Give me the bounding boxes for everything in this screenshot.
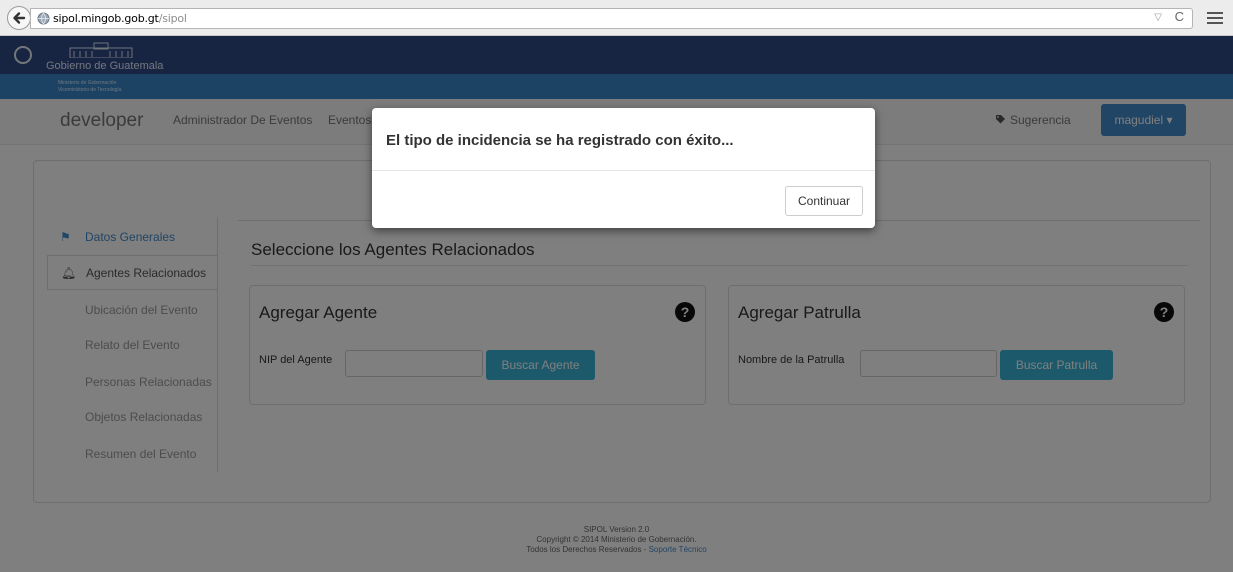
- modal-header: El tipo de incidencia se ha registrado c…: [372, 108, 875, 171]
- continuar-button[interactable]: Continuar: [785, 186, 863, 216]
- modal-message: El tipo de incidencia se ha registrado c…: [386, 132, 734, 149]
- globe-icon: [37, 12, 50, 25]
- reload-icon[interactable]: C: [1175, 9, 1184, 24]
- hamburger-menu-icon[interactable]: [1201, 6, 1229, 30]
- dropdown-arrow-icon[interactable]: ▽: [1154, 12, 1162, 23]
- back-arrow-icon[interactable]: [7, 6, 31, 30]
- address-bar[interactable]: sipol.mingob.gob.gt/sipol ▽ C: [30, 8, 1193, 29]
- browser-toolbar: sipol.mingob.gob.gt/sipol ▽ C: [0, 0, 1233, 36]
- url-text: sipol.mingob.gob.gt/sipol: [53, 12, 187, 25]
- success-modal: El tipo de incidencia se ha registrado c…: [372, 108, 875, 228]
